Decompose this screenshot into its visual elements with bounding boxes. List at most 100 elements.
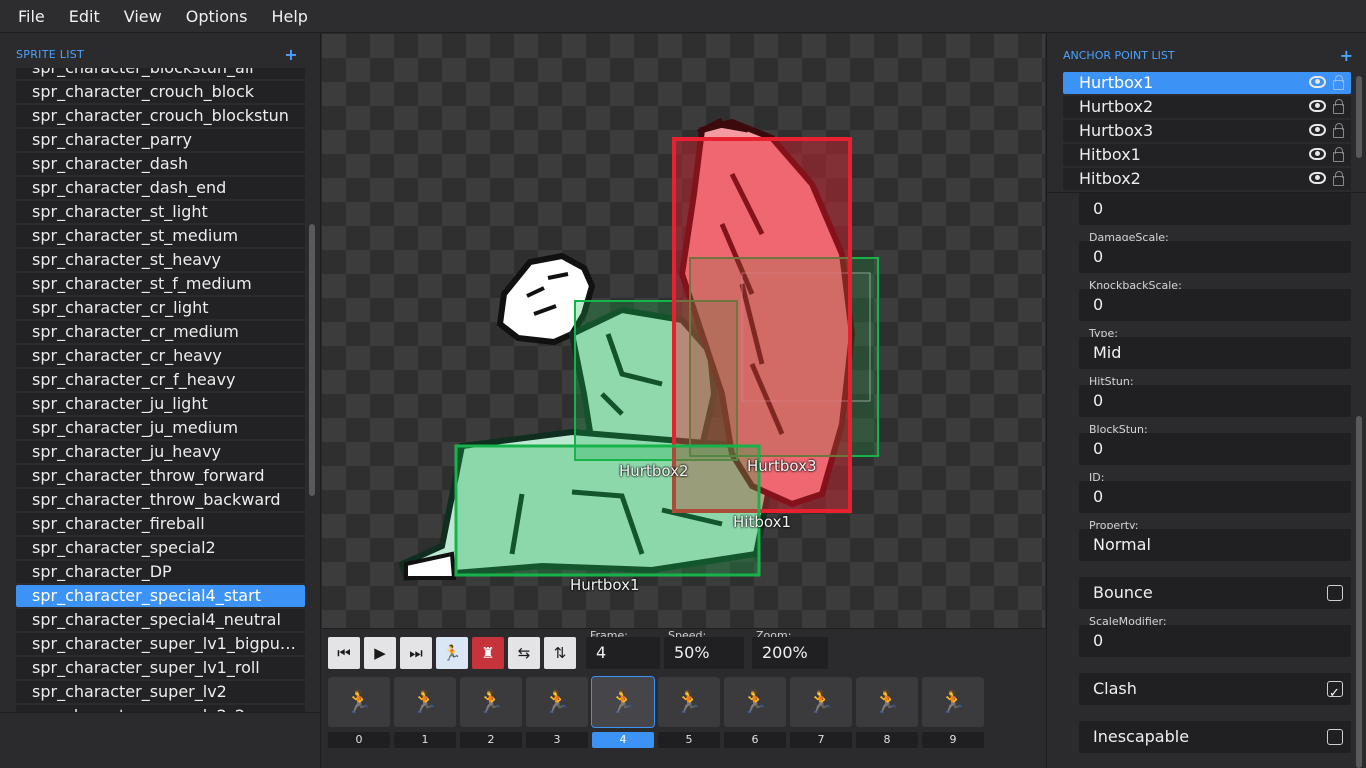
sprite-item[interactable]: spr_character_dash [16,153,305,175]
sprite-item[interactable]: spr_character_st_heavy [16,249,305,271]
frame-number[interactable]: 2 [460,732,522,748]
sprite-item[interactable]: spr_character_cr_f_heavy [16,369,305,391]
top-value-field[interactable]: 0 [1079,193,1351,225]
anchor-item[interactable]: Hitbox2 [1063,168,1351,190]
lock-icon[interactable] [1332,75,1344,90]
sprite-canvas[interactable]: Hurtbox2 Hurtbox3 Hitbox1 Hurtbox1 [322,34,1045,628]
sprite-list-scrollbar[interactable] [309,224,315,496]
lock-icon[interactable] [1332,99,1344,114]
eye-icon[interactable] [1309,171,1326,184]
hitstun-field[interactable]: 0 [1079,385,1351,417]
hurtbox1-rect[interactable] [454,444,761,577]
add-sprite-button[interactable]: + [284,45,298,64]
sprite-item[interactable]: spr_character_ju_heavy [16,441,305,463]
flip-vertical-button[interactable]: ⇅ [544,637,576,669]
lock-icon[interactable] [1332,123,1344,138]
sprite-item[interactable]: spr_character_DP [16,561,305,583]
sprite-item[interactable]: spr_character_super_lv1_bigpunc... [16,633,305,655]
id-field[interactable]: 0 [1079,481,1351,513]
anchor-item[interactable]: Hitbox1 [1063,144,1351,166]
sprite-item[interactable]: spr_character_ju_light [16,393,305,415]
sprite-item[interactable]: spr_character_super_lv2 [16,681,305,703]
frame-thumb-3[interactable]: 🏃 [526,677,588,727]
frame-number[interactable]: 5 [658,732,720,748]
add-anchor-button[interactable]: + [1340,46,1353,65]
anchor-item[interactable]: Hurtbox2 [1063,96,1351,118]
speed-input[interactable]: 50% [664,637,744,669]
prev-frame-button[interactable]: ⏮ [328,637,360,669]
sprite-item[interactable]: spr_character_st_f_medium [16,273,305,295]
anchor-list-scrollbar[interactable] [1356,76,1362,158]
frame-thumb-6[interactable]: 🏃 [724,677,786,727]
sprite-item[interactable]: spr_character_special2 [16,537,305,559]
anchor-item-selected[interactable]: Hurtbox1 [1063,72,1351,94]
sprite-item[interactable]: spr_character_st_light [16,201,305,223]
frame-thumb-5[interactable]: 🏃 [658,677,720,727]
play-button[interactable]: ▶ [364,637,396,669]
frame-thumb-4[interactable]: 🏃 [591,676,655,728]
eye-icon[interactable] [1309,123,1326,136]
eye-icon[interactable] [1309,75,1326,88]
sprite-item[interactable]: spr_character_special4_neutral [16,609,305,631]
clash-checkbox[interactable] [1327,678,1343,710]
menu-file[interactable]: File [6,0,57,33]
bounce-row[interactable]: Bounce [1079,577,1351,609]
sprite-item-partial[interactable]: spr_character_super_lv2_2 [16,705,305,712]
sprite-item[interactable]: spr_character_crouch_block [16,81,305,103]
sprite-item[interactable]: spr_character_throw_backward [16,489,305,511]
damage-scale-field[interactable]: 0 [1079,241,1351,273]
menu-view[interactable]: View [112,0,174,33]
menu-options[interactable]: Options [174,0,260,33]
eye-icon[interactable] [1309,147,1326,160]
frame-thumb-9[interactable]: 🏃 [922,677,984,727]
zoom-input[interactable]: 200% [752,637,828,669]
show-boxes-button[interactable]: ♜ [472,637,504,669]
knockback-scale-field[interactable]: 0 [1079,289,1351,321]
frame-input[interactable]: 4 [586,637,660,669]
frame-thumb-2[interactable]: 🏃 [460,677,522,727]
frame-thumb-7[interactable]: 🏃 [790,677,852,727]
property-field[interactable]: Normal [1079,529,1351,561]
frame-thumb-8[interactable]: 🏃 [856,677,918,727]
frame-number[interactable]: 7 [790,732,852,748]
clash-row[interactable]: Clash [1079,673,1351,710]
inescapable-checkbox[interactable] [1327,729,1343,745]
sprite-item[interactable]: spr_character_super_lv1_roll [16,657,305,679]
bounce-checkbox[interactable] [1327,585,1343,601]
frame-number[interactable]: 3 [526,732,588,748]
frame-thumb-1[interactable]: 🏃 [394,677,456,727]
frame-number[interactable]: 8 [856,732,918,748]
eye-icon[interactable] [1309,99,1326,112]
frame-number[interactable]: 6 [724,732,786,748]
sprite-item[interactable]: spr_character_st_medium [16,225,305,247]
frame-number[interactable]: 0 [328,732,390,748]
sprite-item[interactable]: spr_character_cr_medium [16,321,305,343]
lock-icon[interactable] [1332,171,1344,186]
sprite-item-selected[interactable]: spr_character_special4_start [16,585,305,607]
sprite-item[interactable]: spr_character_fireball [16,513,305,535]
sprite-item[interactable]: spr_character_cr_light [16,297,305,319]
frame-thumb-0[interactable]: 🏃 [328,677,390,727]
sprite-item[interactable]: spr_character_crouch_blockstun [16,105,305,127]
sprite-item[interactable]: spr_character_ju_medium [16,417,305,439]
frame-number-selected[interactable]: 4 [592,732,654,748]
next-frame-button[interactable]: ⏭ [400,637,432,669]
scale-modifier-field[interactable]: 0 [1079,625,1351,657]
sprite-item[interactable]: spr_character_parry [16,129,305,151]
sprite-item-partial[interactable]: spr_character_blockstun_air [16,68,305,79]
blockstun-field[interactable]: 0 [1079,433,1351,465]
onion-skin-button[interactable]: 🏃 [436,637,468,669]
menu-edit[interactable]: Edit [57,0,112,33]
frame-number[interactable]: 1 [394,732,456,748]
flip-horizontal-button[interactable]: ⇆ [508,637,540,669]
lock-icon[interactable] [1332,147,1344,162]
sprite-item[interactable]: spr_character_throw_forward [16,465,305,487]
type-field[interactable]: Mid [1079,337,1351,369]
anchor-item[interactable]: Hurtbox3 [1063,120,1351,142]
sprite-item[interactable]: spr_character_dash_end [16,177,305,199]
menu-help[interactable]: Help [259,0,319,33]
properties-scrollbar[interactable] [1356,416,1362,768]
sprite-item[interactable]: spr_character_cr_heavy [16,345,305,367]
frame-number[interactable]: 9 [922,732,984,748]
inescapable-row[interactable]: Inescapable [1079,721,1351,753]
